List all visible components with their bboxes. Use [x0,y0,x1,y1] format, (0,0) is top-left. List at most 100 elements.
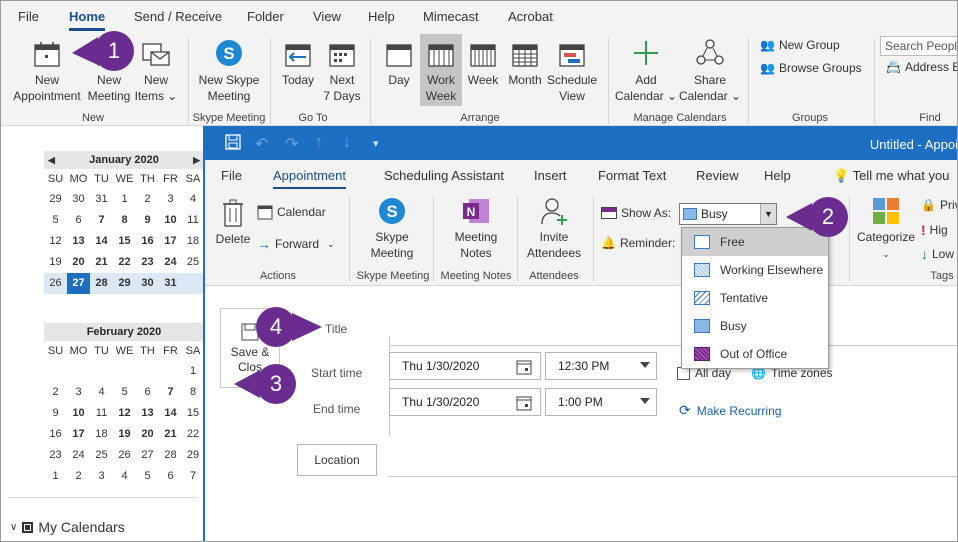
calendar-day[interactable]: 21 [90,252,113,273]
calendar-day[interactable]: 15 [113,231,136,252]
calendar-day[interactable]: 12 [44,231,67,252]
calendar-day[interactable]: 3 [90,466,113,487]
calendar-day[interactable]: 1 [182,361,204,382]
show-as-option-free[interactable]: Free [682,228,828,256]
calendar-day[interactable]: 28 [159,445,182,466]
location-button[interactable]: Location [297,444,377,476]
calendar-day[interactable]: 19 [113,424,136,445]
add-calendar-button[interactable]: Add Calendar ⌄ [614,38,678,104]
delete-button[interactable]: Delete [213,198,253,247]
tab-review[interactable]: Review [696,168,739,183]
menu-send-receive[interactable]: Send / Receive [134,9,222,24]
start-time-select[interactable]: 12:30 PM [545,352,657,380]
calendar-day[interactable]: 25 [182,252,204,273]
next-7-days-button[interactable]: Next 7 Days [320,40,364,104]
show-as-dropdown[interactable]: Busy ▼ [679,203,777,225]
calendar-day[interactable]: 3 [67,382,90,403]
calendar-day[interactable]: 2 [136,189,159,210]
end-time-select[interactable]: 1:00 PM [545,388,657,416]
show-as-option-tentative[interactable]: Tentative [682,284,828,312]
calendar-day[interactable]: 10 [159,210,182,231]
calendar-day[interactable]: 2 [67,466,90,487]
calendar-day[interactable]: 7 [182,466,204,487]
calendar-day[interactable]: 24 [159,252,182,273]
day-view-button[interactable]: Day [380,40,418,88]
calendar-day[interactable]: 10 [67,403,90,424]
calendar-day[interactable]: 14 [159,403,182,424]
end-date-picker[interactable]: Thu 1/30/2020 [389,388,541,416]
calendar-day[interactable]: 3 [159,189,182,210]
calendar-day[interactable]: 4 [90,382,113,403]
redo-icon[interactable]: ↷ [285,134,298,154]
next-month-icon[interactable]: ▶ [193,151,200,169]
search-people-input[interactable]: Search People [880,36,958,56]
calendar-day[interactable]: 16 [136,231,159,252]
month-view-button[interactable]: Month [504,40,546,88]
menu-home[interactable]: Home [69,9,106,31]
make-recurring-button[interactable]: ⟳ Make Recurring [679,402,781,419]
tab-format-text[interactable]: Format Text [598,168,666,183]
calendar-day[interactable]: 27 [136,445,159,466]
calendar-day[interactable]: 20 [67,252,90,273]
down-arrow-icon[interactable]: ↓ [343,134,351,152]
up-arrow-icon[interactable]: ↑ [315,134,323,152]
high-importance-button[interactable]: ! Hig [921,222,948,238]
calendar-day[interactable]: 18 [90,424,113,445]
calendar-day[interactable]: 6 [159,466,182,487]
week-view-button[interactable]: Week [464,40,502,88]
customize-toolbar-icon[interactable]: ▾ [373,137,379,150]
tab-help[interactable]: Help [764,168,791,183]
new-group-button[interactable]: 👥 New Group [760,38,840,52]
invite-attendees-button[interactable]: Invite Attendees [523,196,585,261]
forward-button[interactable]: → Forward ⌄ [257,236,335,252]
menu-mimecast[interactable]: Mimecast [423,9,479,24]
reminder-label[interactable]: 🔔 Reminder: [601,236,675,250]
schedule-view-button[interactable]: Schedule View [546,40,598,104]
calendar-day[interactable]: 19 [44,252,67,273]
calendar-day[interactable]: 4 [113,466,136,487]
location-input[interactable] [389,476,958,477]
calendar-day[interactable]: 16 [44,424,67,445]
tab-insert[interactable]: Insert [534,168,567,183]
calendar-day[interactable]: 25 [90,445,113,466]
calendar-day[interactable]: 26 [113,445,136,466]
calendar-day[interactable]: 26 [44,273,67,294]
calendar-day[interactable]: 12 [113,403,136,424]
menu-acrobat[interactable]: Acrobat [508,9,553,24]
calendar-day[interactable]: 13 [67,231,90,252]
browse-groups-button[interactable]: 👥 Browse Groups [760,61,862,75]
menu-view[interactable]: View [313,9,341,24]
address-book-button[interactable]: 📇Address Bo [886,60,958,74]
calendar-day[interactable]: 4 [182,189,204,210]
tell-me-search[interactable]: 💡 Tell me what you [833,168,949,184]
calendar-day[interactable]: 24 [67,445,90,466]
calendar-day[interactable]: 30 [136,273,159,294]
calendar-day[interactable]: 31 [90,189,113,210]
calendar-day[interactable]: 9 [136,210,159,231]
tab-scheduling-assistant[interactable]: Scheduling Assistant [384,168,504,183]
menu-folder[interactable]: Folder [247,9,284,24]
work-week-view-button[interactable]: Work Week [420,34,462,106]
calendar-day[interactable]: 8 [113,210,136,231]
calendar-day[interactable]: 30 [67,189,90,210]
menu-file[interactable]: File [18,9,39,24]
save-icon[interactable] [225,134,241,155]
calendar-day[interactable]: 8 [182,382,204,403]
calendar-day[interactable]: 7 [90,210,113,231]
start-date-picker[interactable]: Thu 1/30/2020 [389,352,541,380]
calendar-day[interactable]: 29 [182,445,204,466]
calendar-day[interactable]: 22 [182,424,204,445]
tab-file[interactable]: File [221,168,242,183]
calendar-day[interactable]: 29 [44,189,67,210]
calendar-day[interactable]: 6 [136,382,159,403]
show-as-option-working-elsewhere[interactable]: Working Elsewhere [682,256,828,284]
undo-icon[interactable]: ↶ [255,134,268,154]
calendar-day[interactable]: 5 [136,466,159,487]
skype-meeting-button[interactable]: S Skype Meeting [357,196,427,261]
new-items-button[interactable]: New Items ⌄ [134,40,178,104]
show-as-option-out-of-office[interactable]: Out of Office [682,340,828,368]
calendar-day[interactable]: 2 [44,382,67,403]
calendar-day[interactable]: 27 [67,273,90,294]
share-calendar-button[interactable]: Share Calendar ⌄ [678,38,742,104]
prev-month-icon[interactable]: ◀ [48,151,55,169]
